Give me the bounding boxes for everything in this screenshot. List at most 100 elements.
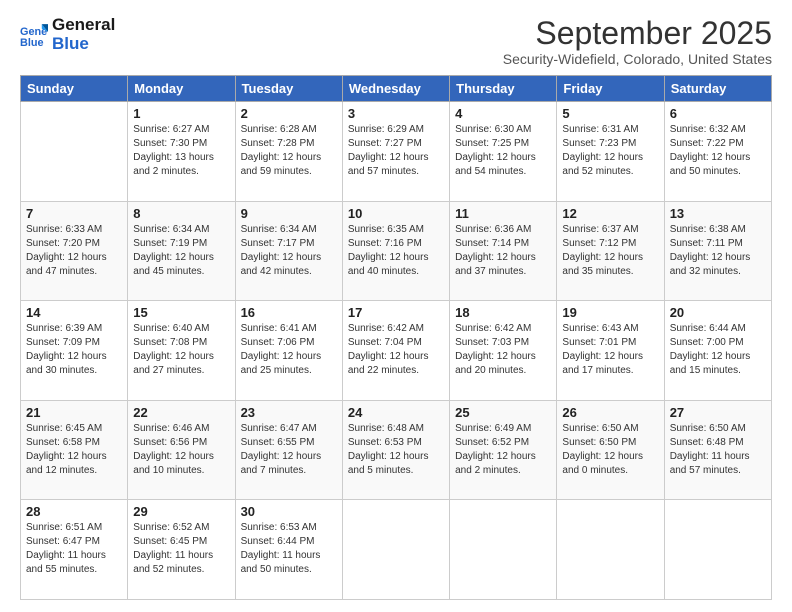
day-info: Sunrise: 6:43 AM Sunset: 7:01 PM Dayligh…: [562, 322, 658, 378]
day-number: 6: [670, 106, 766, 121]
calendar-cell: 9Sunrise: 6:34 AM Sunset: 7:17 PM Daylig…: [235, 201, 342, 301]
day-number: 16: [241, 305, 337, 320]
calendar-header-row: SundayMondayTuesdayWednesdayThursdayFrid…: [21, 76, 772, 102]
header: General Blue General Blue September 2025…: [20, 16, 772, 67]
calendar-cell: 14Sunrise: 6:39 AM Sunset: 7:09 PM Dayli…: [21, 301, 128, 401]
calendar-week-3: 14Sunrise: 6:39 AM Sunset: 7:09 PM Dayli…: [21, 301, 772, 401]
day-number: 29: [133, 504, 229, 519]
calendar-header-wednesday: Wednesday: [342, 76, 449, 102]
calendar-cell: [342, 500, 449, 600]
logo-icon: General Blue: [20, 21, 48, 49]
day-info: Sunrise: 6:34 AM Sunset: 7:19 PM Dayligh…: [133, 223, 229, 279]
day-info: Sunrise: 6:50 AM Sunset: 6:48 PM Dayligh…: [670, 422, 766, 478]
calendar-cell: 3 Sunrise: 6:29 AM Sunset: 7:27 PM Daylig…: [342, 102, 449, 202]
day-info: Sunrise: 6:29 AM Sunset: 7:27 PM Dayligh…: [348, 123, 444, 179]
day-info: Sunrise: 6:31 AM Sunset: 7:23 PM Dayligh…: [562, 123, 658, 179]
calendar-cell: 21 Sunrise: 6:45 AM Sunset: 6:58 PM Dayli…: [21, 400, 128, 500]
day-number: 8: [133, 206, 229, 221]
day-number: 25: [455, 405, 551, 420]
calendar-cell: 4Sunrise: 6:30 AM Sunset: 7:25 PM Daylig…: [450, 102, 557, 202]
day-number: 10: [348, 206, 444, 221]
day-number: 12: [562, 206, 658, 221]
calendar-cell: 15 Sunrise: 6:40 AM Sunset: 7:08 PM Dayli…: [128, 301, 235, 401]
day-info: Sunrise: 6:50 AM Sunset: 6:50 PM Dayligh…: [562, 422, 658, 478]
calendar-header-thursday: Thursday: [450, 76, 557, 102]
day-info: Sunrise: 6:51 AM Sunset: 6:47 PM Dayligh…: [26, 521, 122, 577]
day-number: 15: [133, 305, 229, 320]
day-info: Sunrise: 6:47 AM Sunset: 6:55 PM Dayligh…: [241, 422, 337, 478]
calendar-cell: 10 Sunrise: 6:35 AM Sunset: 7:16 PM Dayli…: [342, 201, 449, 301]
day-number: 11: [455, 206, 551, 221]
calendar-cell: 25Sunrise: 6:49 AM Sunset: 6:52 PM Dayli…: [450, 400, 557, 500]
calendar-cell: 2 Sunrise: 6:28 AM Sunset: 7:28 PM Daylig…: [235, 102, 342, 202]
day-info: Sunrise: 6:42 AM Sunset: 7:03 PM Dayligh…: [455, 322, 551, 378]
day-number: 1: [133, 106, 229, 121]
calendar-cell: 29 Sunrise: 6:52 AM Sunset: 6:45 PM Dayli…: [128, 500, 235, 600]
day-number: 18: [455, 305, 551, 320]
calendar-header-friday: Friday: [557, 76, 664, 102]
day-number: 30: [241, 504, 337, 519]
calendar-cell: 11 Sunrise: 6:36 AM Sunset: 7:14 PM Dayli…: [450, 201, 557, 301]
day-number: 17: [348, 305, 444, 320]
title-block: September 2025 Security-Widefield, Color…: [503, 16, 772, 67]
day-info: Sunrise: 6:42 AM Sunset: 7:04 PM Dayligh…: [348, 322, 444, 378]
day-info: Sunrise: 6:41 AM Sunset: 7:06 PM Dayligh…: [241, 322, 337, 378]
calendar-week-4: 21 Sunrise: 6:45 AM Sunset: 6:58 PM Dayli…: [21, 400, 772, 500]
calendar-header-saturday: Saturday: [664, 76, 771, 102]
page: General Blue General Blue September 2025…: [0, 0, 792, 612]
calendar-table: SundayMondayTuesdayWednesdayThursdayFrid…: [20, 75, 772, 600]
calendar-cell: 16 Sunrise: 6:41 AM Sunset: 7:06 PM Dayli…: [235, 301, 342, 401]
day-info: Sunrise: 6:38 AM Sunset: 7:11 PM Dayligh…: [670, 223, 766, 279]
calendar-cell: 12 Sunrise: 6:37 AM Sunset: 7:12 PM Dayli…: [557, 201, 664, 301]
day-info: Sunrise: 6:46 AM Sunset: 6:56 PM Dayligh…: [133, 422, 229, 478]
day-number: 21: [26, 405, 122, 420]
day-info: Sunrise: 6:33 AM Sunset: 7:20 PM Dayligh…: [26, 223, 122, 279]
day-info: Sunrise: 6:32 AM Sunset: 7:22 PM Dayligh…: [670, 123, 766, 179]
calendar-cell: 30Sunrise: 6:53 AM Sunset: 6:44 PM Dayli…: [235, 500, 342, 600]
day-info: Sunrise: 6:44 AM Sunset: 7:00 PM Dayligh…: [670, 322, 766, 378]
calendar-cell: 1 Sunrise: 6:27 AM Sunset: 7:30 PM Daylig…: [128, 102, 235, 202]
calendar-cell: 28Sunrise: 6:51 AM Sunset: 6:47 PM Dayli…: [21, 500, 128, 600]
day-number: 24: [348, 405, 444, 420]
day-info: Sunrise: 6:27 AM Sunset: 7:30 PM Dayligh…: [133, 123, 229, 179]
day-info: Sunrise: 6:37 AM Sunset: 7:12 PM Dayligh…: [562, 223, 658, 279]
day-info: Sunrise: 6:35 AM Sunset: 7:16 PM Dayligh…: [348, 223, 444, 279]
day-info: Sunrise: 6:40 AM Sunset: 7:08 PM Dayligh…: [133, 322, 229, 378]
day-number: 20: [670, 305, 766, 320]
calendar-cell: 5 Sunrise: 6:31 AM Sunset: 7:23 PM Daylig…: [557, 102, 664, 202]
calendar-cell: 27 Sunrise: 6:50 AM Sunset: 6:48 PM Dayli…: [664, 400, 771, 500]
calendar-cell: 7 Sunrise: 6:33 AM Sunset: 7:20 PM Daylig…: [21, 201, 128, 301]
logo-line1: General: [52, 16, 115, 35]
calendar-week-5: 28Sunrise: 6:51 AM Sunset: 6:47 PM Dayli…: [21, 500, 772, 600]
calendar-cell: 13 Sunrise: 6:38 AM Sunset: 7:11 PM Dayli…: [664, 201, 771, 301]
day-info: Sunrise: 6:36 AM Sunset: 7:14 PM Dayligh…: [455, 223, 551, 279]
logo: General Blue General Blue: [20, 16, 115, 53]
day-number: 2: [241, 106, 337, 121]
day-number: 5: [562, 106, 658, 121]
day-info: Sunrise: 6:28 AM Sunset: 7:28 PM Dayligh…: [241, 123, 337, 179]
day-number: 9: [241, 206, 337, 221]
calendar-cell: [21, 102, 128, 202]
day-number: 26: [562, 405, 658, 420]
day-info: Sunrise: 6:52 AM Sunset: 6:45 PM Dayligh…: [133, 521, 229, 577]
calendar-header-monday: Monday: [128, 76, 235, 102]
svg-text:Blue: Blue: [20, 37, 44, 49]
day-number: 19: [562, 305, 658, 320]
day-info: Sunrise: 6:48 AM Sunset: 6:53 PM Dayligh…: [348, 422, 444, 478]
day-number: 4: [455, 106, 551, 121]
day-info: Sunrise: 6:45 AM Sunset: 6:58 PM Dayligh…: [26, 422, 122, 478]
calendar-cell: 26 Sunrise: 6:50 AM Sunset: 6:50 PM Dayli…: [557, 400, 664, 500]
day-number: 27: [670, 405, 766, 420]
calendar-cell: 19 Sunrise: 6:43 AM Sunset: 7:01 PM Dayli…: [557, 301, 664, 401]
day-number: 23: [241, 405, 337, 420]
calendar-cell: 24 Sunrise: 6:48 AM Sunset: 6:53 PM Dayli…: [342, 400, 449, 500]
calendar-header-sunday: Sunday: [21, 76, 128, 102]
day-number: 7: [26, 206, 122, 221]
calendar-cell: 6 Sunrise: 6:32 AM Sunset: 7:22 PM Daylig…: [664, 102, 771, 202]
day-number: 22: [133, 405, 229, 420]
day-number: 13: [670, 206, 766, 221]
calendar-header-tuesday: Tuesday: [235, 76, 342, 102]
calendar-cell: 23 Sunrise: 6:47 AM Sunset: 6:55 PM Dayli…: [235, 400, 342, 500]
subtitle: Security-Widefield, Colorado, United Sta…: [503, 51, 772, 67]
day-number: 3: [348, 106, 444, 121]
